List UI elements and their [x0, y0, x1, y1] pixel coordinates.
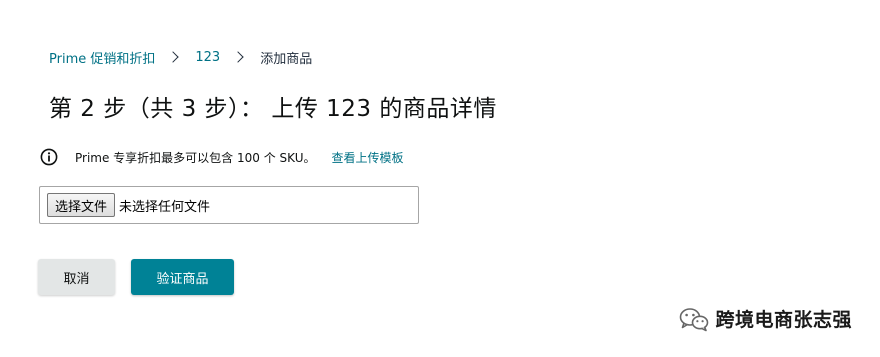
breadcrumb-promotion-link[interactable]: 123 [195, 50, 220, 65]
page-title: 第 2 步（共 3 步）： 上传 123 的商品详情 [49, 96, 497, 122]
watermark: 跨境电商张志强 [679, 305, 852, 332]
chevron-right-icon [232, 51, 244, 63]
breadcrumb-prime-promotions-link[interactable]: Prime 促销和折扣 [49, 48, 155, 67]
file-upload-field[interactable]: 选择文件 未选择任何文件 [39, 186, 419, 224]
info-text: Prime 专享折扣最多可以包含 100 个 SKU。 [75, 150, 316, 165]
info-icon [40, 148, 58, 166]
breadcrumb: Prime 促销和折扣 123 添加商品 [49, 48, 313, 67]
choose-file-button[interactable]: 选择文件 [47, 193, 116, 217]
view-upload-template-link[interactable]: 查看上传模板 [331, 149, 403, 166]
chevron-right-icon [167, 51, 180, 63]
wechat-logo-icon [679, 306, 709, 332]
verify-products-button[interactable]: 验证商品 [131, 259, 234, 295]
cancel-button[interactable]: 取消 [38, 259, 115, 295]
info-message: Prime 专享折扣最多可以包含 100 个 SKU。 查看上传模板 [40, 148, 404, 166]
file-status-text: 未选择任何文件 [119, 199, 211, 215]
breadcrumb-current: 添加商品 [260, 51, 313, 67]
watermark-text: 跨境电商张志强 [715, 309, 852, 331]
